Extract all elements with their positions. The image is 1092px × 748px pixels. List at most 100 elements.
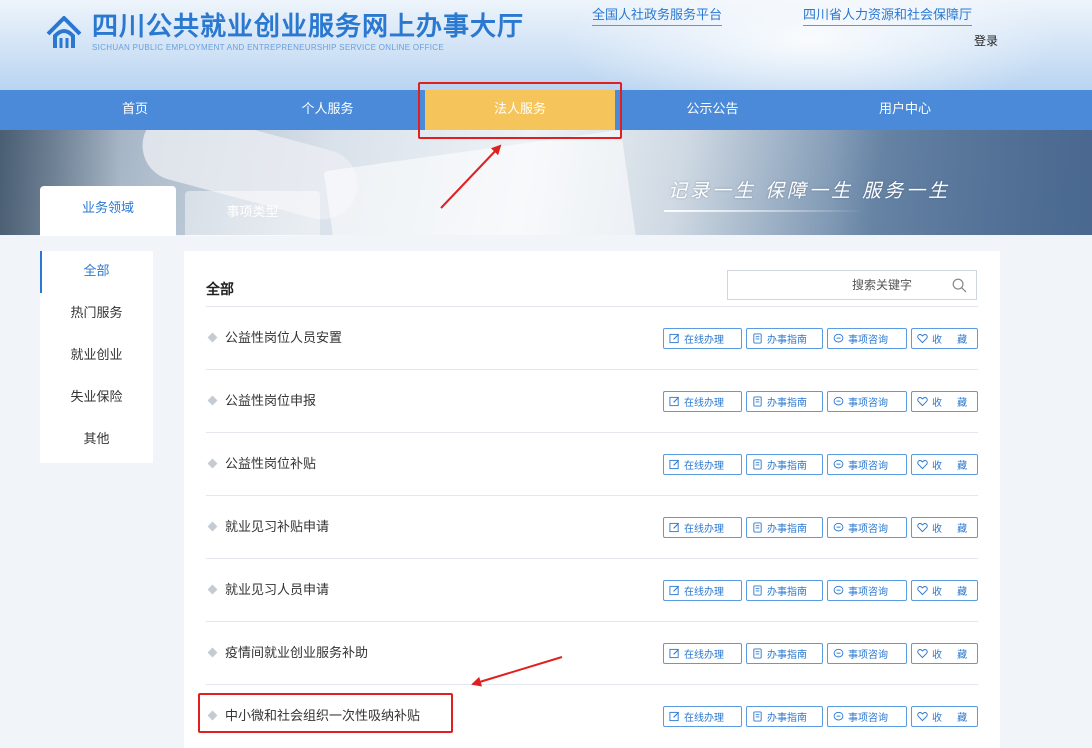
heart-icon [917,648,932,659]
consult-button[interactable]: 事项咨询 [827,517,907,538]
banner-slogan: 记录一生 保障一生 服务一生 [668,180,951,202]
button-label: 在线办理 [684,713,724,724]
slogan-underline [664,210,864,212]
button-label: 收 藏 [932,398,974,409]
guide-button[interactable]: 办事指南 [746,580,823,601]
favorite-button[interactable]: 收 藏 [911,328,978,349]
chat-icon [833,522,848,533]
consult-button[interactable]: 事项咨询 [827,643,907,664]
row-actions: 在线办理 办事指南 事项咨询 收 藏 [663,643,978,664]
sichuan-logo-icon[interactable] [44,12,84,52]
consult-button[interactable]: 事项咨询 [827,391,907,412]
consult-button[interactable]: 事项咨询 [827,454,907,475]
favorite-button[interactable]: 收 藏 [911,706,978,727]
guide-button[interactable]: 办事指南 [746,706,823,727]
chat-icon [833,711,848,722]
service-name[interactable]: 就业见习人员申请 [206,559,329,622]
favorite-button[interactable]: 收 藏 [911,643,978,664]
search-input[interactable] [728,271,942,299]
button-label: 收 藏 [932,650,974,661]
service-name-text: 公益性岗位申报 [225,394,317,409]
favorite-button[interactable]: 收 藏 [911,580,978,601]
diamond-bullet-icon [207,521,218,532]
service-name[interactable]: 公益性岗位申报 [206,370,316,433]
service-name-text: 就业见习补贴申请 [225,520,330,535]
service-row: 就业见习人员申请 在线办理 办事指南 事项咨询 收 藏 [206,558,978,621]
document-icon [752,459,767,470]
site-subtitle: SICHUAN PUBLIC EMPLOYMENT AND ENTREPRENE… [92,43,445,52]
login-link[interactable]: 登录 [974,32,998,49]
button-label: 在线办理 [684,461,724,472]
service-name[interactable]: 疫情间就业创业服务补助 [206,622,368,685]
guide-button[interactable]: 办事指南 [746,643,823,664]
row-actions: 在线办理 办事指南 事项咨询 收 藏 [663,706,978,727]
row-actions: 在线办理 办事指南 事项咨询 收 藏 [663,328,978,349]
nav-item-home[interactable]: 首页 [40,90,230,130]
nav-item-announcements[interactable]: 公示公告 [615,90,810,130]
guide-button[interactable]: 办事指南 [746,391,823,412]
edit-icon [669,459,684,470]
online-apply-button[interactable]: 在线办理 [663,643,742,664]
consult-button[interactable]: 事项咨询 [827,328,907,349]
favorite-button[interactable]: 收 藏 [911,517,978,538]
sidebar-item-popular[interactable]: 热门服务 [40,293,153,335]
online-apply-button[interactable]: 在线办理 [663,391,742,412]
service-list-panel: 全部 公益性岗位人员安置在线办理办事指南事项咨询收 藏公益性岗位申报在线办理办事… [184,251,1000,748]
site-title: 四川公共就业创业服务网上办事大厅 [92,12,525,42]
guide-button[interactable]: 办事指南 [746,517,823,538]
edit-icon [669,333,684,344]
tab-item-type[interactable]: 事项类型 [185,191,320,236]
service-name[interactable]: 公益性岗位人员安置 [206,307,342,370]
sidebar-item-other[interactable]: 其他 [40,419,153,461]
button-label: 办事指南 [767,524,807,535]
service-name[interactable]: 中小微和社会组织一次性吸纳补贴 [206,685,420,748]
button-label: 事项咨询 [848,398,888,409]
sidebar-item-unemployment-insurance[interactable]: 失业保险 [40,377,153,419]
heart-icon [917,459,932,470]
service-name-text: 中小微和社会组织一次性吸纳补贴 [225,709,421,724]
button-label: 办事指南 [767,335,807,346]
button-label: 事项咨询 [848,335,888,346]
service-name[interactable]: 公益性岗位补贴 [206,433,316,496]
button-label: 事项咨询 [848,524,888,535]
service-row: 中小微和社会组织一次性吸纳补贴 在线办理 办事指南 事项咨询 收 藏 [206,684,978,747]
consult-button[interactable]: 事项咨询 [827,580,907,601]
nav-item-personal-services[interactable]: 个人服务 [230,90,425,130]
online-apply-button[interactable]: 在线办理 [663,454,742,475]
row-actions: 在线办理 办事指南 事项咨询 收 藏 [663,454,978,475]
service-name[interactable]: 就业见习补贴申请 [206,496,329,559]
favorite-button[interactable]: 收 藏 [911,454,978,475]
service-row: 公益性岗位申报 在线办理 办事指南 事项咨询 收 藏 [206,369,978,432]
site-header: 四川公共就业创业服务网上办事大厅 SICHUAN PUBLIC EMPLOYME… [0,0,1092,90]
document-icon [752,522,767,533]
search-icon[interactable] [952,278,967,293]
online-apply-button[interactable]: 在线办理 [663,328,742,349]
consult-button[interactable]: 事项咨询 [827,706,907,727]
sidebar-item-all[interactable]: 全部 [40,251,153,293]
chat-icon [833,333,848,344]
online-apply-button[interactable]: 在线办理 [663,706,742,727]
online-apply-button[interactable]: 在线办理 [663,517,742,538]
link-national-platform[interactable]: 全国人社政务服务平台 [592,4,723,26]
edit-icon [669,648,684,659]
sidebar-item-employment[interactable]: 就业创业 [40,335,153,377]
diamond-bullet-icon [207,458,218,469]
service-list: 公益性岗位人员安置 在线办理 办事指南 事项咨询收 藏公益性岗位申报 在线办理 办事指南事… [206,306,978,747]
document-icon [752,333,767,344]
nav-item-corporate-services[interactable]: 法人服务 [425,90,615,130]
service-row: 就业见习补贴申请 在线办理 办事指南 事项咨询 收 藏 [206,495,978,558]
online-apply-button[interactable]: 在线办理 [663,580,742,601]
edit-icon [669,396,684,407]
guide-button[interactable]: 办事指南 [746,454,823,475]
chat-icon [833,459,848,470]
guide-button[interactable]: 办事指南 [746,328,823,349]
diamond-bullet-icon [207,332,218,343]
nav-item-user-center[interactable]: 用户中心 [810,90,1000,130]
link-sichuan-hrss[interactable]: 四川省人力资源和社会保障厅 [803,4,973,26]
service-row: 公益性岗位人员安置 在线办理 办事指南 事项咨询 收 藏 [206,306,978,369]
service-name-text: 公益性岗位补贴 [225,457,317,472]
button-label: 在线办理 [684,650,724,661]
favorite-button[interactable]: 收 藏 [911,391,978,412]
button-label: 办事指南 [767,398,807,409]
tab-business-area[interactable]: 业务领域 [40,186,176,236]
